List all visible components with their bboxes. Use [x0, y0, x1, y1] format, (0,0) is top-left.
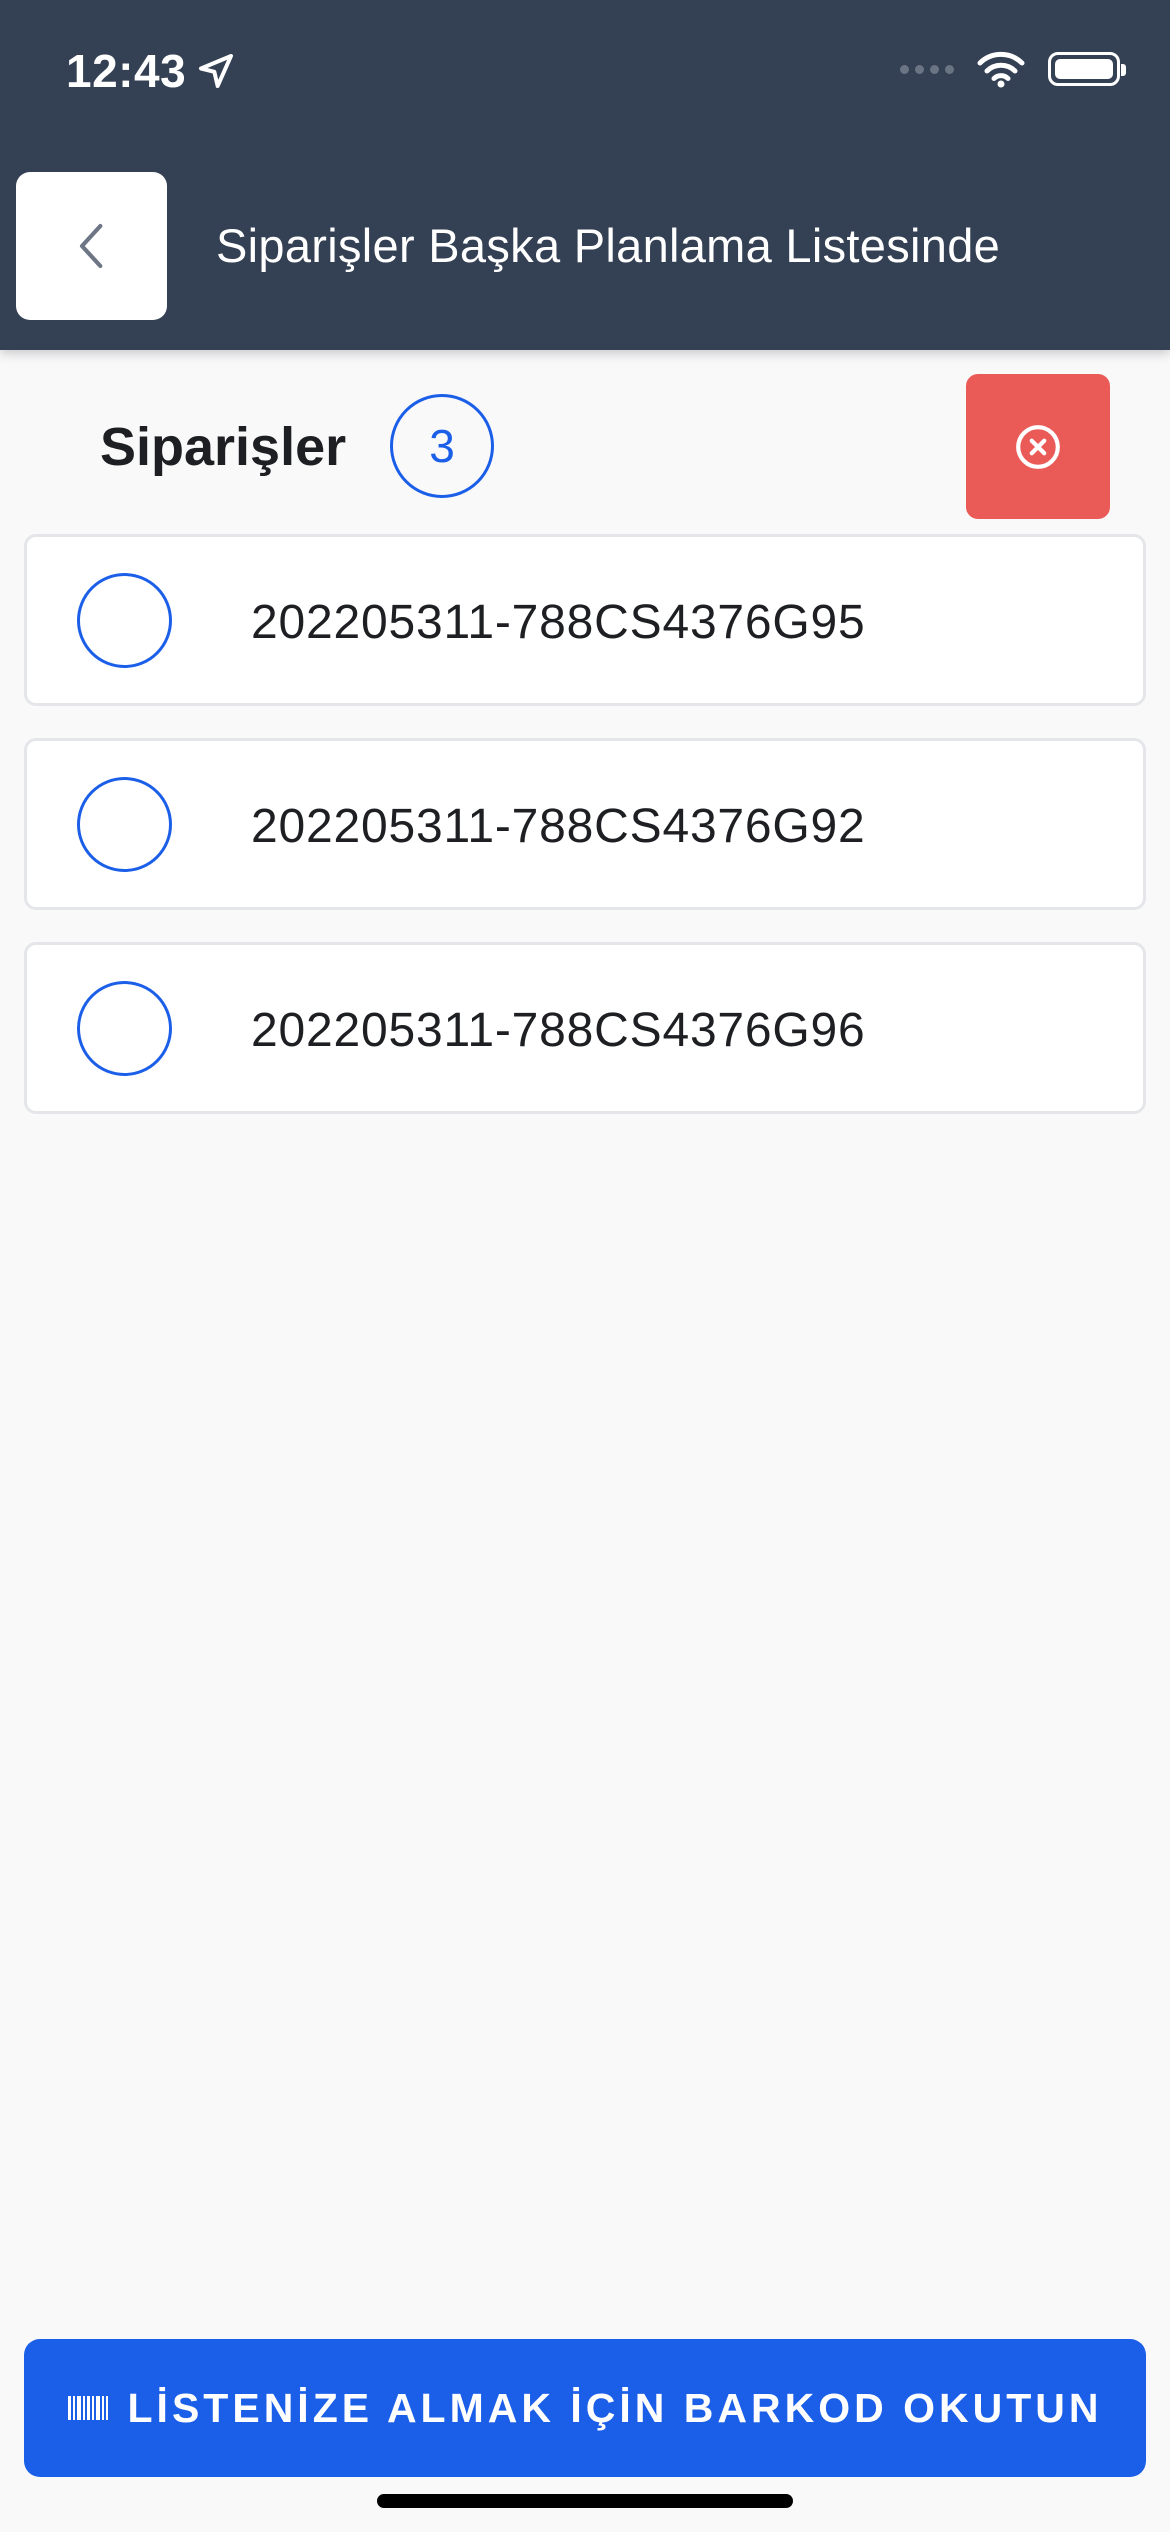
barcode-icon [67, 2396, 108, 2420]
order-select-radio[interactable] [77, 573, 172, 668]
close-circle-icon [1016, 424, 1060, 469]
order-code: 202205311-788CS4376G96 [251, 1004, 866, 1057]
page-title: Siparişler Başka Planlama Listesinde [216, 219, 1001, 272]
time-text: 12:43 [66, 45, 187, 97]
order-row[interactable]: 202205311-788CS4376G92 [24, 738, 1146, 910]
location-arrow-icon [199, 54, 234, 88]
status-bar-icons [900, 50, 1126, 88]
order-code: 202205311-788CS4376G95 [251, 596, 866, 649]
order-row[interactable]: 202205311-788CS4376G95 [24, 534, 1146, 706]
scan-button-label: LİSTENİZE ALMAK İÇİN BARKOD OKUTUN [127, 2384, 1103, 2431]
battery-icon [1048, 52, 1126, 86]
orders-label: Siparişler [100, 417, 347, 477]
app-header: 12:43 Siparişler Başka Planlama Listesin… [0, 0, 1170, 350]
home-indicator [377, 2494, 793, 2508]
order-select-radio[interactable] [77, 981, 172, 1076]
wifi-icon [976, 50, 1026, 88]
clear-orders-button[interactable] [966, 374, 1110, 519]
order-code: 202205311-788CS4376G92 [251, 800, 866, 853]
back-button[interactable] [16, 172, 167, 320]
signal-icon [900, 64, 954, 74]
scan-barcode-button[interactable]: LİSTENİZE ALMAK İÇİN BARKOD OKUTUN [24, 2339, 1146, 2477]
screen: 12:43 Siparişler Başka Planlama Listesin… [0, 0, 1170, 2532]
chevron-left-icon [79, 223, 102, 269]
status-bar-time: 12:43 [66, 44, 236, 98]
orders-count-badge: 3 [390, 394, 494, 498]
order-row[interactable]: 202205311-788CS4376G96 [24, 942, 1146, 1114]
order-select-radio[interactable] [77, 777, 172, 872]
